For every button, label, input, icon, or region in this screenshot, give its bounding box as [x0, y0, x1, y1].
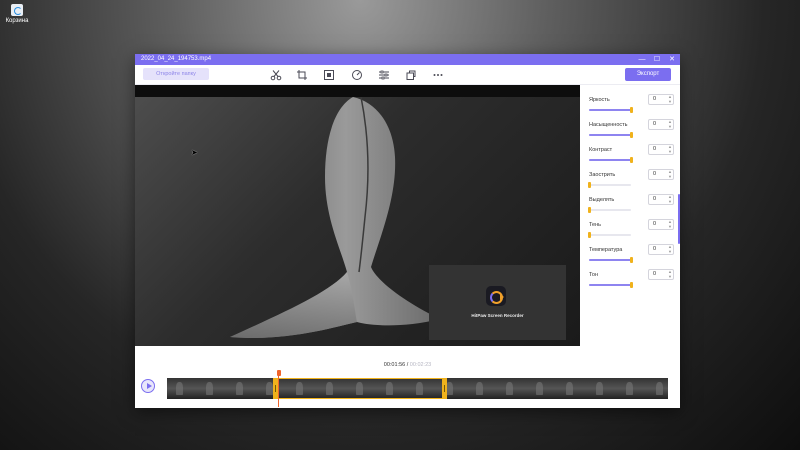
close-button[interactable]: ✕ [668, 54, 676, 65]
adjustment-slider[interactable] [589, 157, 633, 163]
adjustment-value-field[interactable]: 0 ▲ ▼ [648, 144, 674, 155]
play-button[interactable] [141, 379, 155, 393]
adjustment-value-field[interactable]: 0 ▲ ▼ [648, 94, 674, 105]
export-button[interactable]: Экспорт [625, 68, 671, 81]
adjustment-brightness: Яркость 0 ▲ ▼ [589, 90, 675, 115]
adjustment-sharpen: Заострить 0 ▲ ▼ [588, 165, 675, 190]
maximize-button[interactable]: ☐ [653, 54, 661, 65]
playhead[interactable] [276, 370, 281, 407]
adjustment-contrast: Контраст 0 ▲ ▼ [589, 140, 675, 165]
adjustment-slider[interactable] [588, 207, 631, 213]
timecode: 00:01:56 / 00:02:23 [135, 360, 680, 370]
adjustment-label: Температура [589, 247, 623, 253]
adjustment-value-field[interactable]: 0 ▲ ▼ [648, 244, 674, 255]
stepper-icon[interactable]: ▲ ▼ [668, 244, 672, 254]
hitpaw-logo-icon [486, 286, 506, 306]
stepper-icon[interactable]: ▲ ▼ [668, 94, 672, 104]
adjustment-label: Выделять [589, 197, 615, 203]
stepper-icon[interactable]: ▲ ▼ [668, 219, 672, 229]
recorder-overlay: HitPaw Screen Recorder [429, 265, 566, 340]
mouse-cursor-icon: ➤ [191, 148, 198, 157]
adjustment-shadow: Тень 0 ▲ ▼ [588, 215, 675, 240]
timeline-thumbnail [467, 378, 497, 399]
adjustment-label: Насыщенность [589, 122, 628, 128]
adjustment-value-field[interactable]: 0 ▲ ▼ [648, 119, 674, 130]
slider-thumb[interactable] [630, 282, 633, 288]
adjustment-slider[interactable] [589, 107, 633, 113]
timeline-thumbnail [197, 378, 227, 399]
adjustment-slider[interactable] [589, 257, 633, 263]
adjustment-label: Тон [589, 272, 599, 278]
stepper-icon[interactable]: ▲ ▼ [668, 119, 672, 129]
slider-thumb[interactable] [630, 157, 633, 163]
adjustment-value-field[interactable]: 0 ▲ ▼ [648, 219, 674, 230]
adjustment-label: Контраст [589, 147, 613, 153]
window-controls: — ☐ ✕ [638, 54, 676, 65]
desktop-icon-label: Корзина [5, 18, 29, 24]
adjustment-label: Тень [589, 222, 602, 228]
open-folder-button[interactable]: Откройте папку [143, 68, 209, 80]
adjustment-slider[interactable] [588, 232, 631, 238]
timeline-thumbnail [227, 378, 257, 399]
adjustment-highlight: Выделять 0 ▲ ▼ [588, 190, 675, 215]
copy-icon[interactable] [405, 69, 417, 81]
more-icon[interactable] [432, 69, 444, 81]
speed-icon[interactable] [351, 69, 363, 81]
time-separator: / [406, 362, 409, 368]
timeline-thumbnail [587, 378, 617, 399]
stepper-icon[interactable]: ▲ ▼ [668, 194, 672, 204]
timeline-thumbnail [527, 378, 557, 399]
crop-icon[interactable] [296, 69, 308, 81]
timeline-thumbnail [167, 378, 197, 399]
window-title: 2022_04_24_194753.mp4 [141, 56, 212, 62]
adjustment-tone: Тон 0 ▲ ▼ [589, 265, 675, 290]
toolbar: Откройте папку Экспорт [135, 65, 680, 85]
slider-thumb[interactable] [588, 232, 591, 238]
stepper-icon[interactable]: ▲ ▼ [668, 169, 672, 179]
adjustment-value-field[interactable]: 0 ▲ ▼ [648, 269, 674, 280]
timeline-thumbnail [617, 378, 647, 399]
recycle-bin-icon [11, 4, 23, 16]
slider-thumb[interactable] [588, 207, 591, 213]
timeline-thumbnail [647, 378, 668, 399]
trim-end-handle[interactable] [442, 378, 447, 399]
adjust-icon[interactable] [323, 69, 335, 81]
slider-thumb[interactable] [630, 257, 633, 263]
overlay-app-name: HitPaw Screen Recorder [471, 313, 524, 318]
adjustment-label: Заострить [589, 172, 616, 178]
adjustment-panel: Яркость 0 ▲ ▼ Насыщенность 0 ▲ ▼ Контраст 0 ▲… [580, 85, 680, 355]
timeline-thumbnail [557, 378, 587, 399]
sliders-icon[interactable] [378, 69, 390, 81]
current-time: 00:01:56 [383, 362, 406, 368]
adjustment-slider[interactable] [588, 182, 631, 188]
slider-thumb[interactable] [630, 132, 633, 138]
slider-thumb[interactable] [630, 107, 633, 113]
video-preview[interactable]: ➤ HitPaw Screen Recorder [135, 85, 580, 346]
trim-selection[interactable] [273, 378, 446, 399]
adjustment-value-field[interactable]: 0 ▲ ▼ [648, 169, 674, 180]
adjustment-temperature: Температура 0 ▲ ▼ [589, 240, 675, 265]
adjustment-slider[interactable] [589, 132, 633, 138]
total-time: 00:02:23 [409, 362, 432, 368]
timeline-thumbnail [497, 378, 527, 399]
adjustment-label: Яркость [589, 97, 610, 103]
minimize-button[interactable]: — [638, 54, 646, 65]
adjustment-value-field[interactable]: 0 ▲ ▼ [648, 194, 674, 205]
slider-thumb[interactable] [588, 182, 591, 188]
editor-window: 2022_04_24_194753.mp4 — ☐ ✕ Откройте пап… [135, 54, 680, 408]
adjustment-slider[interactable] [589, 282, 633, 288]
stepper-icon[interactable]: ▲ ▼ [668, 144, 672, 154]
recycle-bin-desktop-icon[interactable]: Корзина [4, 4, 30, 24]
panel-scrollbar[interactable] [678, 194, 680, 244]
adjustment-saturation: Насыщенность 0 ▲ ▼ [589, 115, 675, 140]
title-bar[interactable]: 2022_04_24_194753.mp4 — ☐ ✕ [135, 54, 680, 65]
scissors-icon[interactable] [270, 69, 282, 81]
stepper-icon[interactable]: ▲ ▼ [668, 269, 672, 279]
